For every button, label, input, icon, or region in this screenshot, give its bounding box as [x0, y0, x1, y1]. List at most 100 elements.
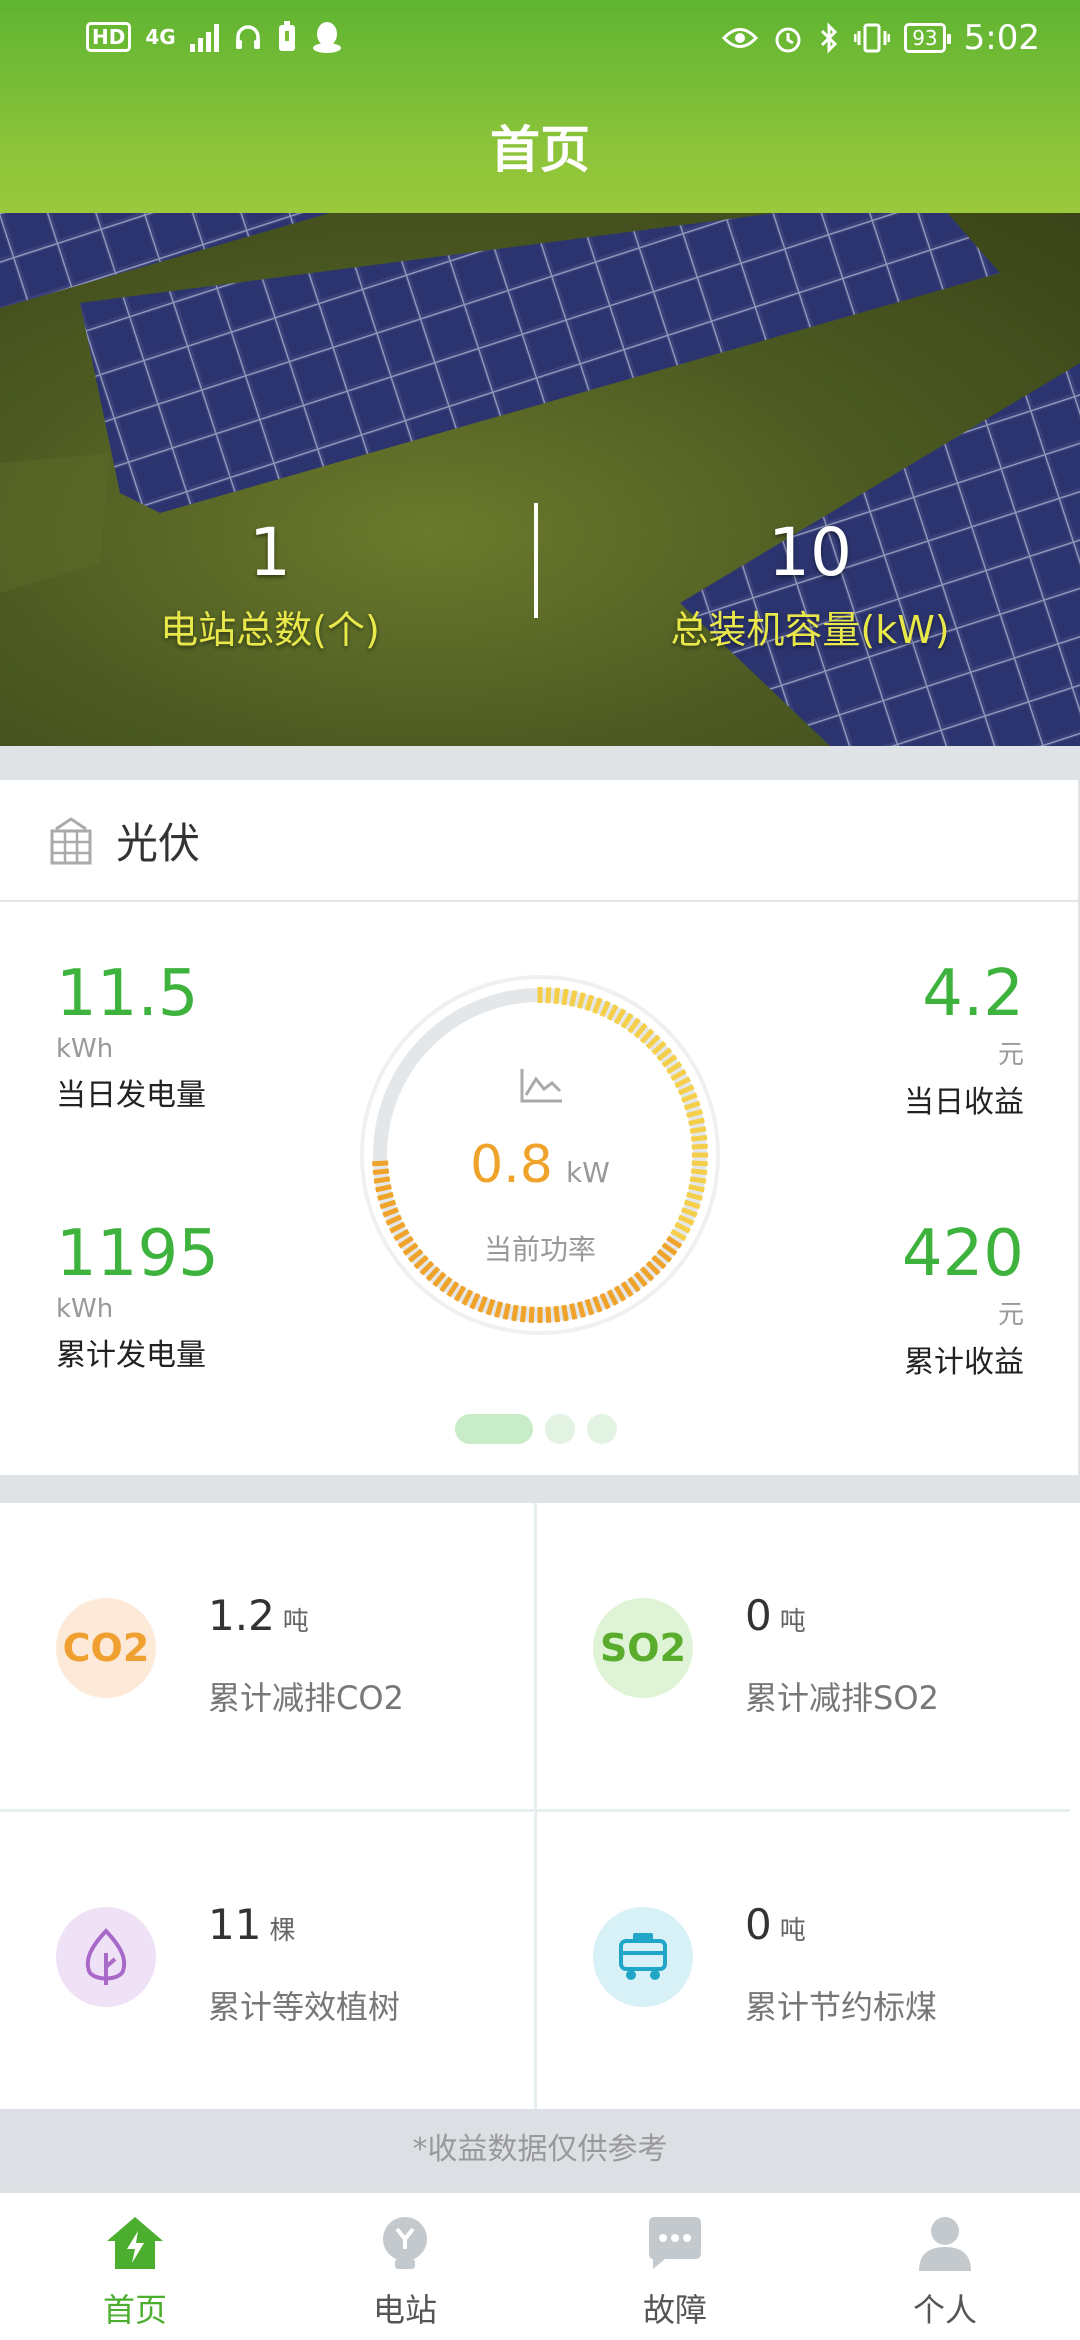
pager-dot[interactable]: [545, 1414, 575, 1444]
fault-icon: [649, 2217, 701, 2269]
nav-fault-label: 故障: [642, 2291, 707, 2329]
environment-grid: CO2 1.2 吨 累计减排CO2 SO2 0吨 累计减排SO2 11 棵 累计等效…: [0, 1503, 1080, 2109]
station-count-value: 1: [249, 514, 291, 591]
capacity-label: 总装机容量(kW): [670, 608, 950, 652]
total-generation: 1195 kWh 累计发电量: [56, 1218, 219, 1374]
gauge-tick: [569, 1303, 578, 1320]
hd-icon: HD: [86, 22, 132, 52]
headphone-icon: [235, 25, 260, 49]
pager-dot-active[interactable]: [455, 1414, 533, 1444]
nav-home-label: 首页: [102, 2291, 167, 2329]
stat-divider: [534, 503, 538, 618]
gauge-tick: [545, 987, 552, 1004]
daily-income-label: 当日收益: [904, 1085, 1024, 1120]
gauge-tick: [561, 1304, 569, 1322]
page-title: 首页: [490, 121, 590, 179]
total-generation-label: 累计发电量: [56, 1338, 206, 1373]
daily-generation: 11.5 kWh 当日发电量: [56, 958, 206, 1114]
gauge-tick: [545, 1306, 552, 1323]
coal-cart-icon: [593, 1907, 693, 2007]
bluetooth-icon: [821, 22, 838, 54]
leaf-icon: [56, 1907, 156, 2007]
solar-station-icon: [50, 817, 92, 865]
qq-icon: [312, 22, 341, 53]
solar-banner: 1 电站总数(个) 10 总装机容量(kW): [0, 213, 1080, 746]
gauge-tick: [569, 990, 578, 1007]
station-icon: [383, 2217, 427, 2269]
capacity-stat: 10 总装机容量(kW): [540, 513, 1080, 654]
nav-fault[interactable]: 故障: [540, 2193, 810, 2340]
status-bar: HD 4G 93 5:02: [0, 0, 1080, 80]
status-time: 5:02: [963, 18, 1040, 58]
station-count-label: 电站总数(个): [160, 608, 380, 652]
gauge-tick: [561, 988, 569, 1006]
trend-icon: [520, 1069, 562, 1103]
network-label: 4G: [145, 25, 176, 49]
signal-icon: [189, 22, 219, 52]
coal-value-line: 0吨: [745, 1900, 806, 1949]
alarm-icon: [775, 27, 801, 53]
daily-income: 4.2 元 当日收益: [904, 958, 1024, 1121]
so2-icon: SO2: [593, 1598, 693, 1698]
current-power-readout: 0.8 kW: [355, 1135, 725, 1195]
so2-value: 0: [745, 1591, 772, 1640]
trees-value: 11: [208, 1900, 262, 1949]
nav-profile-label: 个人: [912, 2291, 977, 2329]
pv-card-title: 光伏: [116, 818, 201, 868]
daily-generation-label: 当日发电量: [56, 1078, 206, 1113]
gauge-tick: [553, 987, 561, 1005]
co2-label: 累计减排CO2: [208, 1679, 404, 1717]
current-power-label: 当前功率: [483, 1233, 596, 1266]
co2-value-line: 1.2 吨: [208, 1591, 309, 1640]
gauge-tick: [688, 1117, 705, 1126]
home-icon: [107, 2217, 163, 2269]
person-icon: [919, 2217, 971, 2271]
coal-unit: 吨: [779, 1916, 806, 1946]
nav-home[interactable]: 首页: [0, 2193, 270, 2340]
eye-icon: [722, 28, 759, 48]
total-income-unit: 元: [997, 1300, 1024, 1330]
total-income-value: 420: [901, 1217, 1024, 1291]
coal-label: 累计节约标煤: [745, 1988, 938, 2026]
capacity-value: 10: [768, 514, 852, 591]
trees-unit: 棵: [269, 1916, 296, 1946]
vibrate-icon: [854, 23, 891, 53]
nav-station[interactable]: 电站: [270, 2193, 540, 2340]
daily-income-unit: 元: [997, 1040, 1024, 1070]
solar-panels-image: [0, 213, 1080, 746]
card-pager[interactable]: [455, 1414, 617, 1444]
gauge-tick: [511, 1304, 519, 1322]
trees-value-line: 11 棵: [208, 1900, 295, 1949]
so2-unit: 吨: [779, 1607, 806, 1637]
total-income-label: 累计收益: [904, 1345, 1024, 1380]
nav-profile[interactable]: 个人: [810, 2193, 1080, 2340]
app-header: HD 4G 93 5:02 首页: [0, 0, 1080, 213]
co2-value: 1.2: [208, 1591, 275, 1640]
gauge-tick: [519, 1305, 527, 1323]
daily-generation-value: 11.5: [56, 957, 199, 1031]
trees-label: 累计等效植树: [208, 1988, 401, 2026]
bottom-nav: 首页 电站 故障 个人: [0, 2191, 1080, 2340]
coal-value: 0: [745, 1900, 772, 1949]
disclaimer-notice: *收益数据仅供参考: [0, 2109, 1080, 2191]
co2-icon: CO2: [56, 1598, 156, 1698]
total-income: 420 元 累计收益: [902, 1218, 1024, 1381]
gauge-tick: [553, 1305, 561, 1323]
nav-station-label: 电站: [372, 2291, 437, 2329]
grid-divider: [0, 1809, 1070, 1812]
gauge-tick: [689, 1126, 707, 1134]
battery-icon: 93: [904, 23, 952, 53]
so2-label: 累计减排SO2: [745, 1679, 939, 1717]
co2-unit: 吨: [282, 1607, 309, 1637]
total-generation-value: 1195: [56, 1217, 219, 1291]
gauge-tick: [502, 1303, 511, 1320]
grid-divider: [534, 1503, 537, 2109]
battery-saver-icon: [278, 21, 295, 51]
gauge-tick: [528, 1306, 535, 1323]
pv-card-header: 光伏: [0, 780, 1078, 902]
total-generation-unit: kWh: [56, 1294, 114, 1324]
current-power-value: 0.8: [470, 1135, 553, 1195]
pager-dot[interactable]: [587, 1414, 617, 1444]
current-power-unit: kW: [565, 1156, 610, 1189]
station-count-stat: 1 电站总数(个): [0, 513, 540, 654]
